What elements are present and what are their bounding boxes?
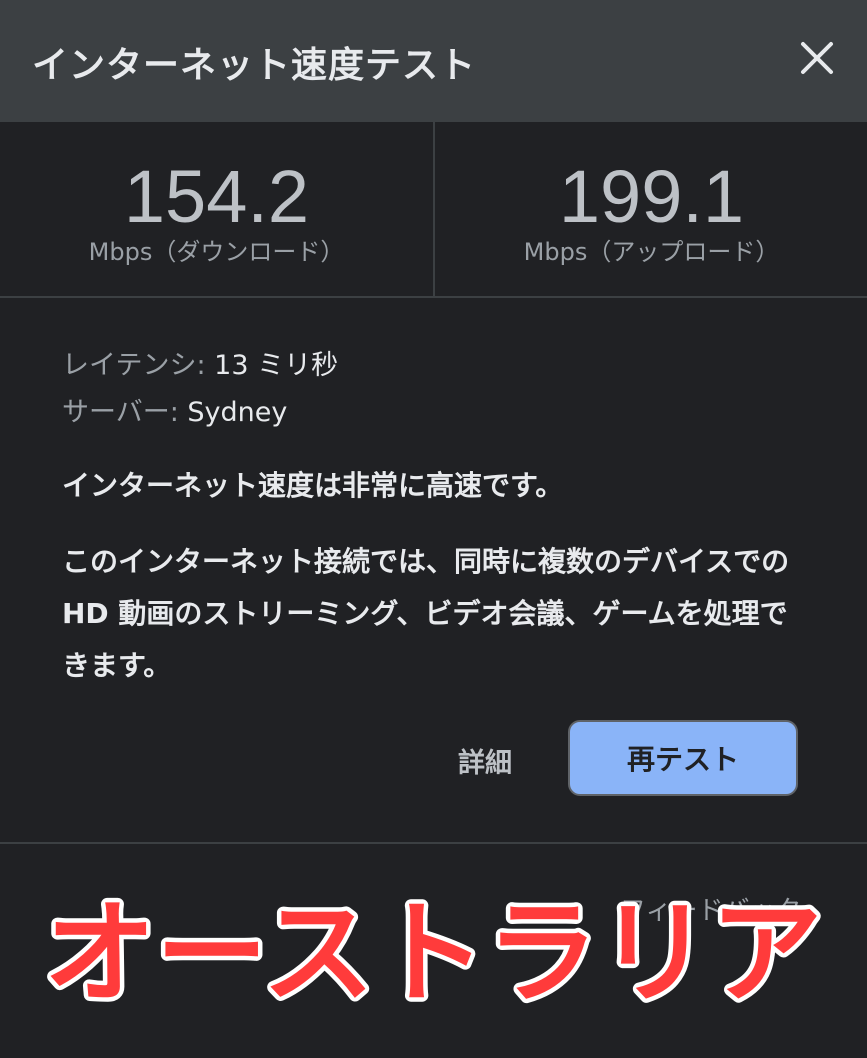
footer-divider	[0, 842, 867, 844]
server-label: サーバー:	[62, 397, 179, 428]
retest-button[interactable]: 再テスト	[568, 720, 798, 796]
connection-info: レイテンシ: 13 ミリ秒 サーバー: Sydney	[62, 342, 822, 436]
speed-verdict: インターネット速度は非常に高速です。	[62, 469, 564, 502]
latency-row: レイテンシ: 13 ミリ秒	[62, 342, 822, 389]
close-button[interactable]	[797, 38, 837, 78]
close-icon	[801, 42, 833, 74]
upload-speed-value: 199.1	[558, 155, 745, 238]
download-speed-value: 154.2	[123, 155, 310, 238]
overlay-caption: オーストラリア	[39, 885, 826, 1024]
speed-metrics: 154.2 Mbps（ダウンロード） 199.1 Mbps（アップロード）	[0, 122, 867, 298]
overlay-caption-text: オーストラリア	[44, 889, 822, 1019]
details-button[interactable]: 詳細	[440, 728, 530, 792]
latency-value: 13 ミリ秒	[214, 350, 339, 381]
dialog-title: インターネット速度テスト	[32, 45, 477, 86]
server-value: Sydney	[187, 397, 288, 428]
upload-metric: 199.1 Mbps（アップロード）	[435, 122, 867, 296]
download-speed-unit: Mbps（ダウンロード）	[88, 238, 345, 266]
latency-label: レイテンシ:	[62, 350, 206, 381]
upload-speed-unit: Mbps（アップロード）	[523, 238, 780, 266]
server-row: サーバー: Sydney	[62, 389, 822, 436]
download-metric: 154.2 Mbps（ダウンロード）	[0, 122, 433, 296]
speed-description: このインターネット接続では、同時に複数のデバイスでの HD 動画のストリーミング…	[62, 545, 790, 682]
dialog-header: インターネット速度テスト	[0, 0, 867, 122]
